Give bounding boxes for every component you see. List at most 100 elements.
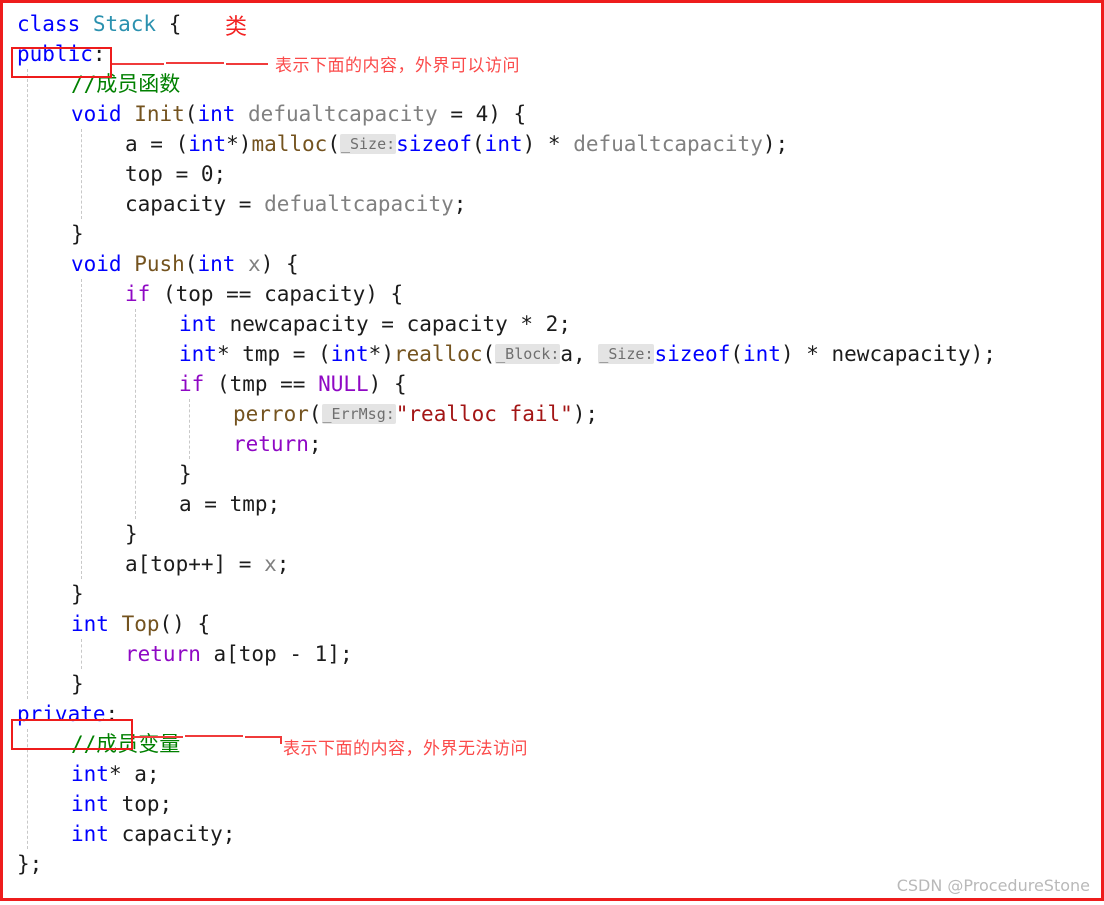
code-token: } — [71, 672, 84, 696]
code-token: ; — [453, 192, 467, 216]
code-token: x — [264, 552, 277, 576]
code-token: ) { — [368, 372, 407, 396]
code-line: } — [3, 519, 1101, 549]
code-token: int — [484, 132, 523, 156]
code-token: ) { — [260, 252, 299, 276]
code-line: //成员函数 — [3, 69, 1101, 99]
code-line: top = 0; — [3, 159, 1101, 189]
code-token: defualtcapacity — [573, 132, 763, 156]
code-editor-surface[interactable]: class Stack {public://成员函数 void Init(int … — [3, 3, 1101, 898]
code-token: x — [248, 252, 261, 276]
csdn-watermark: CSDN @ProcedureStone — [896, 876, 1090, 895]
code-token: } — [125, 522, 138, 546]
code-line: a = (int*)malloc(_Size:sizeof(int) * def… — [3, 129, 1101, 159]
code-token: int — [743, 342, 781, 366]
code-token: } — [71, 582, 84, 606]
code-token: 1 — [314, 642, 328, 666]
code-token: *) — [226, 132, 252, 156]
annotated-code-frame: class Stack {public://成员函数 void Init(int … — [0, 0, 1104, 901]
code-token: void — [71, 102, 135, 126]
code-token: : — [92, 42, 106, 66]
code-token: ; — [276, 552, 290, 576]
code-line: void Init(int defualtcapacity = 4) { — [3, 99, 1101, 129]
annotation-private-note: 表示下面的内容，外界无法访问 — [283, 739, 528, 759]
code-line: a = tmp; — [3, 489, 1101, 519]
code-line: } — [3, 669, 1101, 699]
annotation-public-note: 表示下面的内容，外界可以访问 — [275, 56, 520, 76]
code-token: *) — [368, 342, 394, 366]
code-token: private — [17, 702, 106, 726]
private-leader-line-seg2 — [185, 735, 243, 737]
code-token: void — [71, 252, 135, 276]
code-token: int — [71, 822, 122, 846]
code-token: (top == capacity) { — [150, 282, 404, 306]
code-token: a = tmp; — [179, 492, 281, 516]
code-token: if — [179, 372, 205, 396]
code-line: a[top++] = x; — [3, 549, 1101, 579]
code-token: ; — [213, 162, 227, 186]
code-line: } — [3, 459, 1101, 489]
code-line: private: — [3, 699, 1101, 729]
code-token: a[top - — [200, 642, 315, 666]
code-token: ( — [482, 342, 496, 366]
code-token: 0 — [200, 162, 214, 186]
code-token: (tmp == — [204, 372, 319, 396]
code-token: int — [197, 252, 249, 276]
code-token: int — [197, 102, 249, 126]
code-line: int Top() { — [3, 609, 1101, 639]
code-token: public — [17, 42, 93, 66]
private-leader-line-seg1 — [133, 736, 183, 738]
code-token: int — [71, 762, 109, 786]
code-token: //成员函数 — [71, 72, 181, 96]
parameter-hint: _Size: — [598, 344, 655, 364]
code-token: 2 — [545, 312, 559, 336]
code-token: { — [156, 12, 182, 36]
code-token: capacity; — [121, 822, 236, 846]
code-token: ]; — [327, 642, 353, 666]
code-line: int* tmp = (int*)realloc(_Block:a, _Size… — [3, 339, 1101, 369]
code-token: * a; — [108, 762, 160, 786]
code-token: return — [125, 642, 201, 666]
code-token: perror — [233, 402, 309, 426]
code-token: ( — [184, 102, 198, 126]
code-token: return — [233, 432, 309, 456]
code-token: newcapacity = capacity * — [229, 312, 546, 336]
code-token: if — [125, 282, 151, 306]
code-token: ; — [558, 312, 571, 336]
code-line: int top; — [3, 789, 1101, 819]
code-token: malloc — [251, 132, 328, 156]
code-token: capacity = — [125, 192, 265, 216]
code-token: ( — [184, 252, 198, 276]
code-token: int — [188, 132, 227, 156]
code-line: if (tmp == NULL) { — [3, 369, 1101, 399]
code-token: a = ( — [125, 132, 189, 156]
code-token: int — [179, 342, 217, 366]
clipped-next-line: int main(void) { — [14, 896, 1094, 905]
code-line: } — [3, 219, 1101, 249]
code-token: ( — [327, 132, 340, 156]
code-line: if (top == capacity) { — [3, 279, 1101, 309]
code-line: int newcapacity = capacity * 2; — [3, 309, 1101, 339]
code-line: perror(_ErrMsg:"realloc fail"); — [3, 399, 1101, 429]
public-leader-line-seg1 — [112, 63, 164, 65]
code-line: } — [3, 579, 1101, 609]
code-token: ; — [308, 432, 322, 456]
code-line: capacity = defualtcapacity; — [3, 189, 1101, 219]
code-token: } — [179, 462, 192, 486]
code-token: Init — [134, 102, 185, 126]
code-token: () { — [159, 612, 211, 636]
code-token: top; — [121, 792, 173, 816]
code-token: Top — [121, 612, 160, 636]
code-token: realloc — [393, 342, 483, 366]
code-token: ); — [762, 132, 789, 156]
code-line: public: — [3, 39, 1101, 69]
code-token: a, — [560, 342, 599, 366]
annotation-class-label: 类 — [225, 15, 248, 40]
code-token: = 4) { — [437, 102, 527, 126]
code-token: ( — [730, 342, 743, 366]
code-token: top = — [125, 162, 201, 186]
parameter-hint: _ErrMsg: — [321, 404, 396, 424]
parameter-hint: _Block: — [495, 344, 561, 364]
code-line: int* a; — [3, 759, 1101, 789]
code-token: class — [17, 12, 93, 36]
